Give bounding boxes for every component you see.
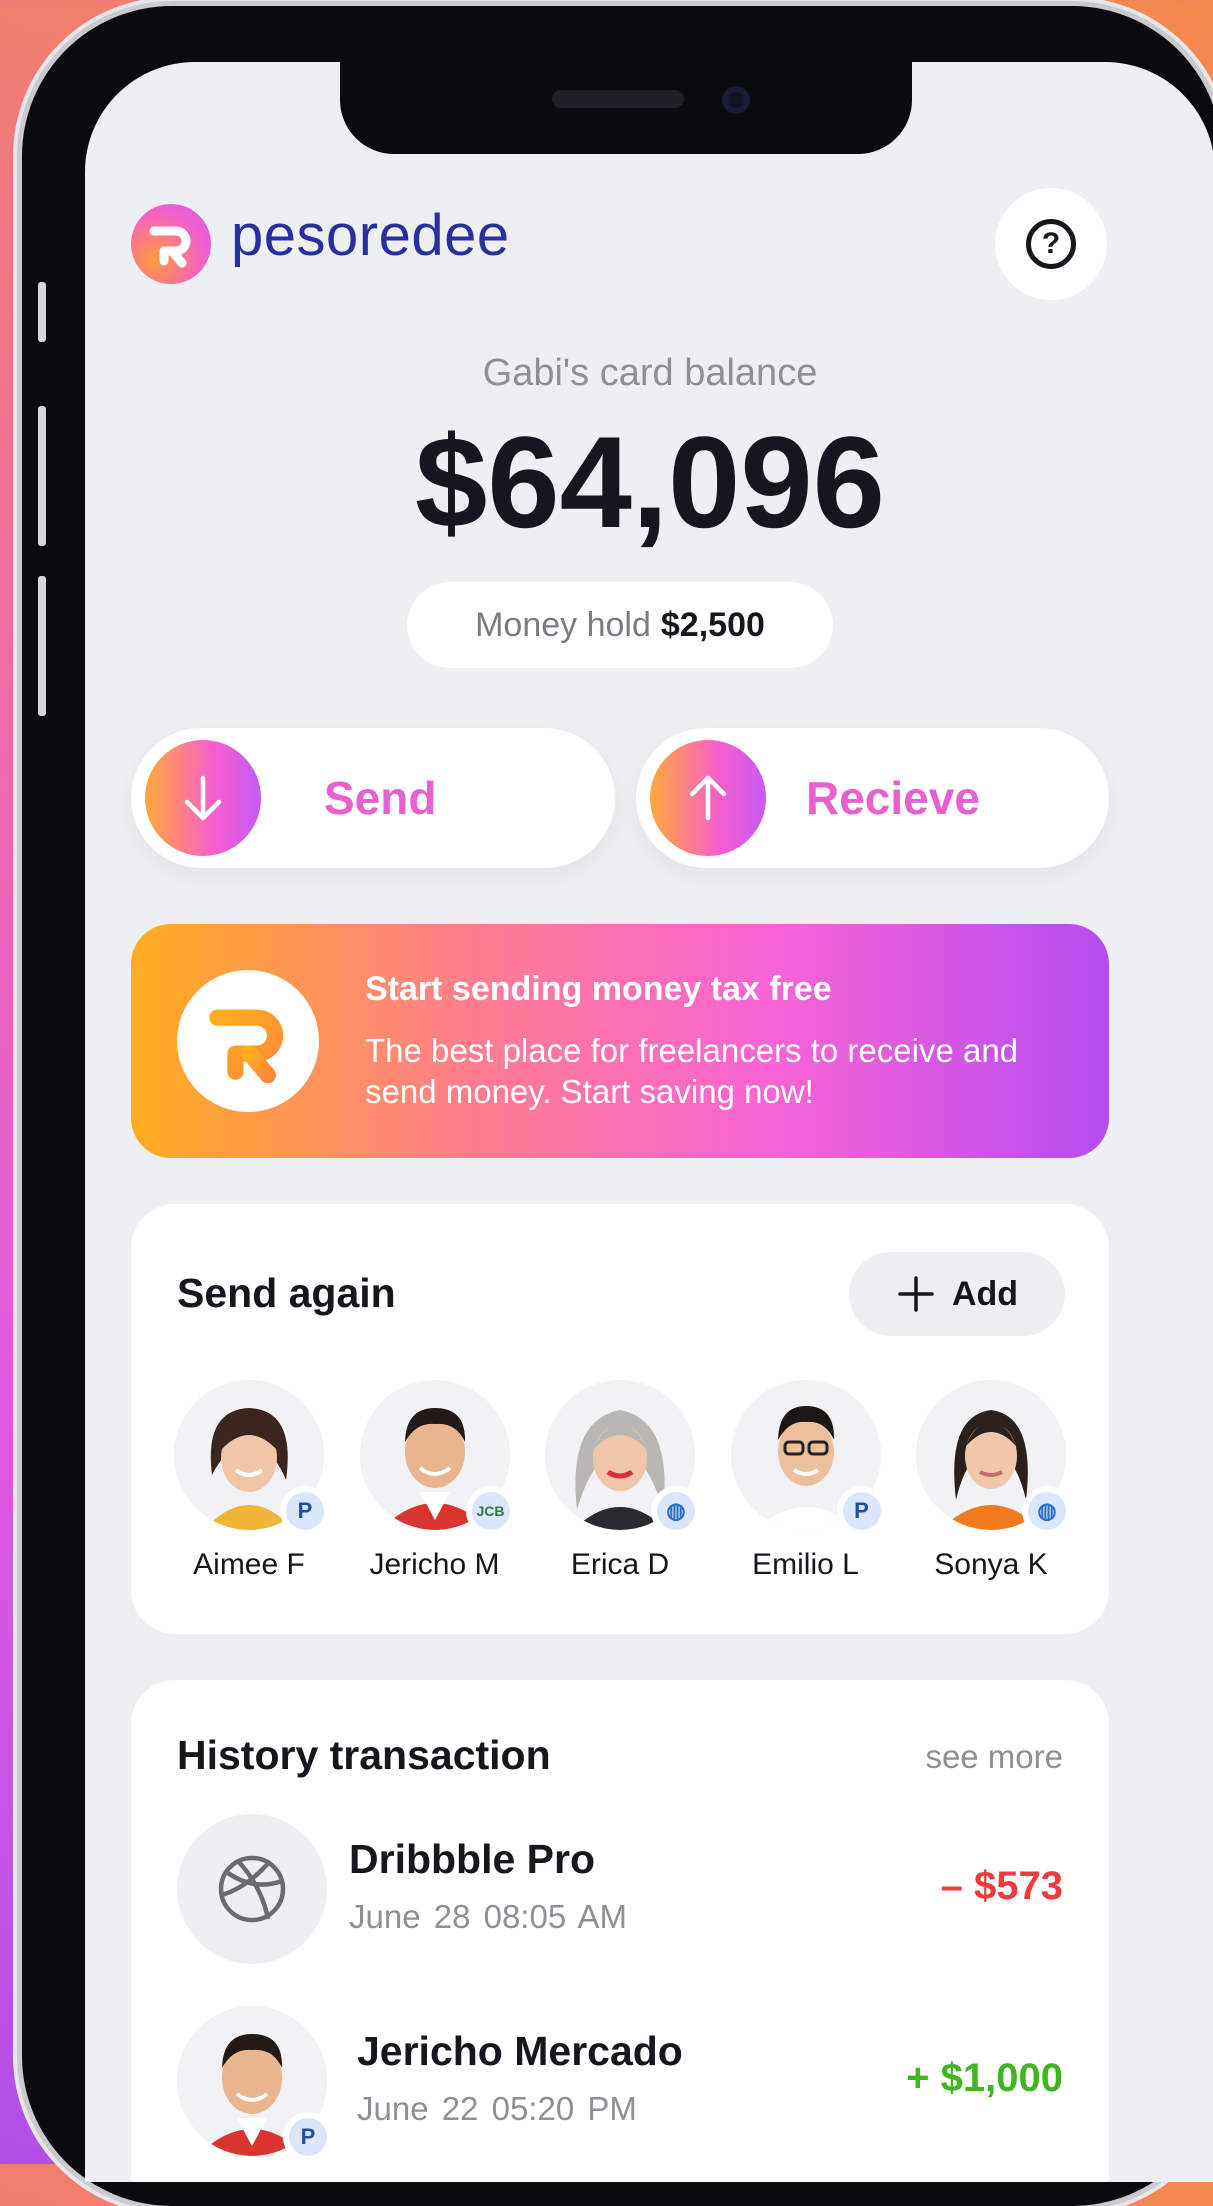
money-hold-label: Money hold xyxy=(475,605,651,644)
add-label: Add xyxy=(951,1274,1019,1313)
avatar: P xyxy=(174,1380,330,1536)
balance-label: Gabi's card balance xyxy=(482,352,818,394)
jcb-icon: JCB xyxy=(465,1486,516,1536)
webmoney-icon: ◍ xyxy=(1022,1486,1072,1536)
promo-title: Start sending money tax free xyxy=(365,970,832,1008)
contact-aimee[interactable]: P Aimee F xyxy=(157,1380,341,1582)
send-again-card: Send again Add P Aimee F JCB Jericho M ◍… xyxy=(131,1204,1109,1634)
contacts-row: P Aimee F JCB Jericho M ◍ Erica D P Emil… xyxy=(157,1380,1083,1582)
send-label: Send xyxy=(324,772,437,824)
question-icon: ? xyxy=(1026,219,1076,269)
transaction-row[interactable]: P Jericho Mercado June 22 05:20 PM + $1,… xyxy=(177,2006,1063,2162)
money-hold-pill: Money hold $2,500 xyxy=(407,582,833,668)
phone-notch xyxy=(340,62,912,154)
camera-icon xyxy=(722,86,750,114)
plus-icon xyxy=(898,1276,934,1312)
transaction-date: June 28 08:05 AM xyxy=(349,1898,628,1935)
send-again-title: Send again xyxy=(177,1270,396,1316)
mute-switch xyxy=(38,282,46,342)
speaker-grille xyxy=(552,90,684,108)
see-more-link[interactable]: see more xyxy=(925,1738,1063,1776)
webmoney-icon: ◍ xyxy=(651,1486,701,1536)
history-title: History transaction xyxy=(177,1732,551,1778)
promo-logo-icon xyxy=(177,970,319,1112)
contact-name: Emilio L xyxy=(752,1548,859,1581)
receive-button[interactable]: Recieve xyxy=(636,728,1109,868)
help-button[interactable]: ? xyxy=(995,188,1107,300)
logo-icon xyxy=(131,204,211,284)
avatar: JCB xyxy=(359,1380,516,1536)
add-contact-button[interactable]: Add xyxy=(849,1252,1065,1336)
transaction-title: Dribbble Pro xyxy=(349,1836,596,1882)
app-screen: pesoredee ? Gabi's card balance $64,096 … xyxy=(85,62,1213,2182)
avatar: P xyxy=(730,1380,887,1536)
contact-sonya[interactable]: ◍ Sonya K xyxy=(899,1380,1083,1582)
avatar: ◍ xyxy=(545,1380,701,1536)
money-hold-value: $2,500 xyxy=(660,605,765,644)
volume-down-button xyxy=(38,576,46,716)
paypal-icon: P xyxy=(280,1486,330,1536)
arrow-up-icon xyxy=(650,740,766,856)
receive-label: Recieve xyxy=(806,772,980,824)
transaction-row[interactable]: Dribbble Pro June 28 08:05 AM – $573 xyxy=(177,1814,1063,1964)
dribbble-icon xyxy=(177,1814,327,1964)
contact-jericho[interactable]: JCB Jericho M xyxy=(343,1380,527,1582)
avatar: P xyxy=(177,2006,333,2162)
promo-description: The best place for freelancers to receiv… xyxy=(365,1032,1019,1110)
arrow-down-icon xyxy=(145,740,261,856)
contact-name: Jericho M xyxy=(369,1548,500,1581)
contact-name: Aimee F xyxy=(193,1548,305,1581)
contact-erica[interactable]: ◍ Erica D xyxy=(528,1380,712,1582)
brand-name: pesoredee xyxy=(231,203,510,268)
contact-emilio[interactable]: P Emilio L xyxy=(714,1380,898,1582)
promo-banner[interactable]: Start sending money tax free The best pl… xyxy=(131,924,1109,1158)
paypal-icon: P xyxy=(283,2112,333,2162)
avatar: ◍ xyxy=(916,1380,1072,1536)
transaction-date: June 22 05:20 PM xyxy=(357,2090,637,2127)
transaction-amount: – $573 xyxy=(940,1864,1063,1908)
paypal-icon: P xyxy=(836,1486,887,1536)
balance-amount: $64,096 xyxy=(415,409,885,555)
volume-up-button xyxy=(38,406,46,546)
send-button[interactable]: Send xyxy=(131,728,615,868)
contact-name: Erica D xyxy=(570,1548,670,1581)
contact-name: Sonya K xyxy=(934,1548,1048,1581)
history-card: History transaction see more Dribbble Pr… xyxy=(131,1680,1109,2182)
transaction-title: Jericho Mercado xyxy=(357,2028,683,2074)
transaction-amount: + $1,000 xyxy=(906,2056,1063,2100)
